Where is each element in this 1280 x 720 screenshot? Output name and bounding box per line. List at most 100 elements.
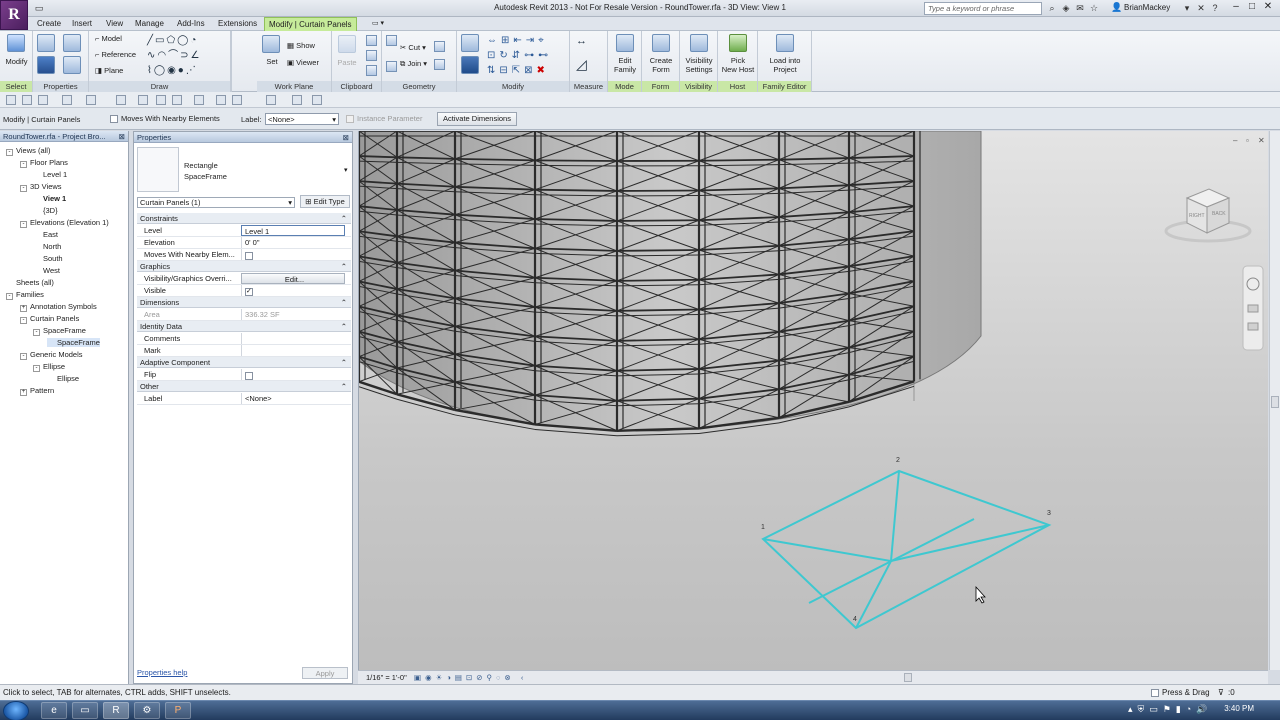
property-group-header[interactable]: Dimensions ⌃ xyxy=(137,297,351,308)
sync-icon[interactable] xyxy=(38,95,48,105)
modify-tools-grid[interactable]: ⇔⊞⇤⇥⌖ ⊡↻⇵⊶⊷ ⇅⊟⇱⊠✖ xyxy=(487,33,567,78)
ribbon-toggle-icon[interactable]: ▭ ▾ xyxy=(368,17,388,31)
app-task-icon[interactable]: ⚙ xyxy=(134,702,160,719)
view-close-icon[interactable]: ✕ xyxy=(1258,136,1265,145)
search-input[interactable]: Type a keyword or phrase xyxy=(924,2,1042,15)
property-group-header[interactable]: Adaptive Component ⌃ xyxy=(137,357,351,368)
exchange-icon[interactable]: ✕ xyxy=(1194,2,1208,14)
save-icon[interactable] xyxy=(22,95,32,105)
undo-icon[interactable] xyxy=(62,95,72,105)
visibility-settings-button[interactable]: Visibility Settings xyxy=(680,56,718,74)
set-button[interactable]: Set xyxy=(261,57,283,66)
instance-filter-select[interactable]: Curtain Panels (1) ▾ xyxy=(137,197,295,208)
vertical-scrollbar[interactable] xyxy=(1269,131,1280,670)
browser-item[interactable]: + Pattern xyxy=(20,386,54,396)
type-properties-icon[interactable] xyxy=(63,34,81,52)
selected-curtain-panel[interactable] xyxy=(761,469,1052,630)
browser-item[interactable]: - Ellipse xyxy=(33,362,65,372)
press-drag-box[interactable] xyxy=(1151,688,1159,697)
aligned-dimension-icon[interactable]: ◿ xyxy=(576,56,587,73)
property-value[interactable]: Level 1 xyxy=(241,225,345,236)
collapse-group-icon[interactable]: ⌃ xyxy=(341,261,347,272)
viewcube[interactable]: RIGHT BACK xyxy=(1164,188,1252,243)
modify-cursor-icon[interactable] xyxy=(7,34,25,52)
3d-view-canvas[interactable]: 1 2 3 4 RIGHT BACK – ▫ ✕ xyxy=(358,131,1268,670)
property-checkbox[interactable] xyxy=(245,251,253,260)
customize-qat-icon[interactable] xyxy=(312,95,322,105)
show-button[interactable]: ▦ Show xyxy=(287,41,315,50)
set-work-plane-icon[interactable] xyxy=(262,35,280,53)
user-name[interactable]: BrianMackey xyxy=(1124,3,1170,12)
checkbox-box[interactable] xyxy=(110,115,118,124)
browser-item[interactable]: - Curtain Panels xyxy=(20,314,79,324)
start-button[interactable] xyxy=(3,701,29,720)
type-dropdown-icon[interactable]: ▾ xyxy=(344,166,348,174)
cut-clipboard-icon[interactable] xyxy=(366,35,377,46)
browser-item[interactable]: South xyxy=(33,254,63,263)
tray-icons[interactable]: ▴⛨▭⚑▮◔🔊 xyxy=(1128,704,1212,715)
visibility-settings-icon[interactable] xyxy=(690,34,708,52)
browser-item[interactable]: SpaceFrame xyxy=(47,338,100,347)
collapse-group-icon[interactable]: ⌃ xyxy=(341,213,347,224)
plane-button[interactable]: ◨ Plane xyxy=(95,66,123,75)
close-icon[interactable]: ✕ xyxy=(1260,1,1276,12)
close-hidden-icon[interactable] xyxy=(266,95,276,105)
paste-button[interactable]: Paste xyxy=(335,58,359,67)
edit-family-icon[interactable] xyxy=(616,34,634,52)
edit-family-button[interactable]: Edit Family xyxy=(608,56,642,74)
property-value[interactable] xyxy=(241,333,345,344)
move-icon[interactable] xyxy=(461,56,479,74)
property-value[interactable] xyxy=(241,249,345,260)
explorer-icon[interactable]: ▭ xyxy=(72,702,98,719)
communication-icon[interactable]: ✉ xyxy=(1073,2,1087,14)
collapse-icon[interactable]: - xyxy=(20,161,27,168)
edit-visibility-button[interactable]: Edit... xyxy=(241,273,345,284)
view-restore-icon[interactable]: ▫ xyxy=(1246,136,1249,145)
view-scale[interactable]: 1/16" = 1'-0" xyxy=(366,671,407,684)
close-pane-icon[interactable]: ⊠ xyxy=(119,131,125,142)
browser-item[interactable]: Ellipse xyxy=(47,374,79,383)
property-value[interactable]: 0' 0" xyxy=(241,237,345,248)
press-drag-checkbox[interactable]: Press & Drag xyxy=(1151,685,1210,700)
browser-item[interactable]: - Generic Models xyxy=(20,350,83,360)
collapse-icon[interactable]: - xyxy=(6,149,13,156)
revit-task-icon[interactable]: R xyxy=(103,702,129,719)
text-qat-icon[interactable] xyxy=(172,95,182,105)
copy-icon[interactable] xyxy=(366,50,377,61)
family-types-icon[interactable] xyxy=(37,56,55,74)
minimize-icon[interactable]: – xyxy=(1228,1,1244,12)
browser-item[interactable]: - Floor Plans xyxy=(20,158,68,168)
browser-item[interactable]: - Families xyxy=(6,290,44,300)
property-value[interactable] xyxy=(241,369,345,380)
measure-qat-icon[interactable] xyxy=(116,95,126,105)
properties-icon[interactable] xyxy=(37,34,55,52)
tab-view[interactable]: View xyxy=(102,17,127,31)
browser-item[interactable]: View 1 xyxy=(33,194,66,203)
pick-new-host-button[interactable]: Pick New Host xyxy=(718,56,758,74)
moves-with-nearby-checkbox[interactable]: Moves With Nearby Elements xyxy=(110,114,220,124)
open-file-icon[interactable] xyxy=(6,95,16,105)
wall-joins-icon[interactable] xyxy=(386,61,397,72)
property-group-header[interactable]: Constraints ⌃ xyxy=(137,213,351,224)
browser-item[interactable]: - Elevations (Elevation 1) xyxy=(20,218,109,228)
collapse-icon[interactable]: - xyxy=(20,185,27,192)
tab-insert[interactable]: Insert xyxy=(68,17,96,31)
load-into-project-button[interactable]: Load into Project xyxy=(758,56,812,74)
browser-item[interactable]: Level 1 xyxy=(33,170,67,179)
collapse-icon[interactable]: - xyxy=(6,293,13,300)
browser-item[interactable]: + Annotation Symbols xyxy=(20,302,97,312)
viewer-button[interactable]: ▣ Viewer xyxy=(287,58,319,67)
property-value[interactable] xyxy=(241,345,345,356)
property-checkbox[interactable] xyxy=(245,371,253,380)
pick-new-host-icon[interactable] xyxy=(729,34,747,52)
collapse-group-icon[interactable]: ⌃ xyxy=(341,321,347,332)
browser-item[interactable]: - SpaceFrame xyxy=(33,326,86,336)
match-properties-icon[interactable] xyxy=(366,65,377,76)
browser-item[interactable]: - Views (all) xyxy=(6,146,50,156)
thin-lines-icon[interactable] xyxy=(232,95,242,105)
tab-manage[interactable]: Manage xyxy=(131,17,168,31)
open-icon[interactable]: ▭ xyxy=(32,2,46,14)
view-control-icons[interactable]: ▣◉☀◑▤⊡⊘⚲◌⊗ ‹ xyxy=(414,671,527,684)
dropdown-icon[interactable]: ▾ xyxy=(1180,2,1194,14)
view-minimize-icon[interactable]: – xyxy=(1233,136,1238,145)
